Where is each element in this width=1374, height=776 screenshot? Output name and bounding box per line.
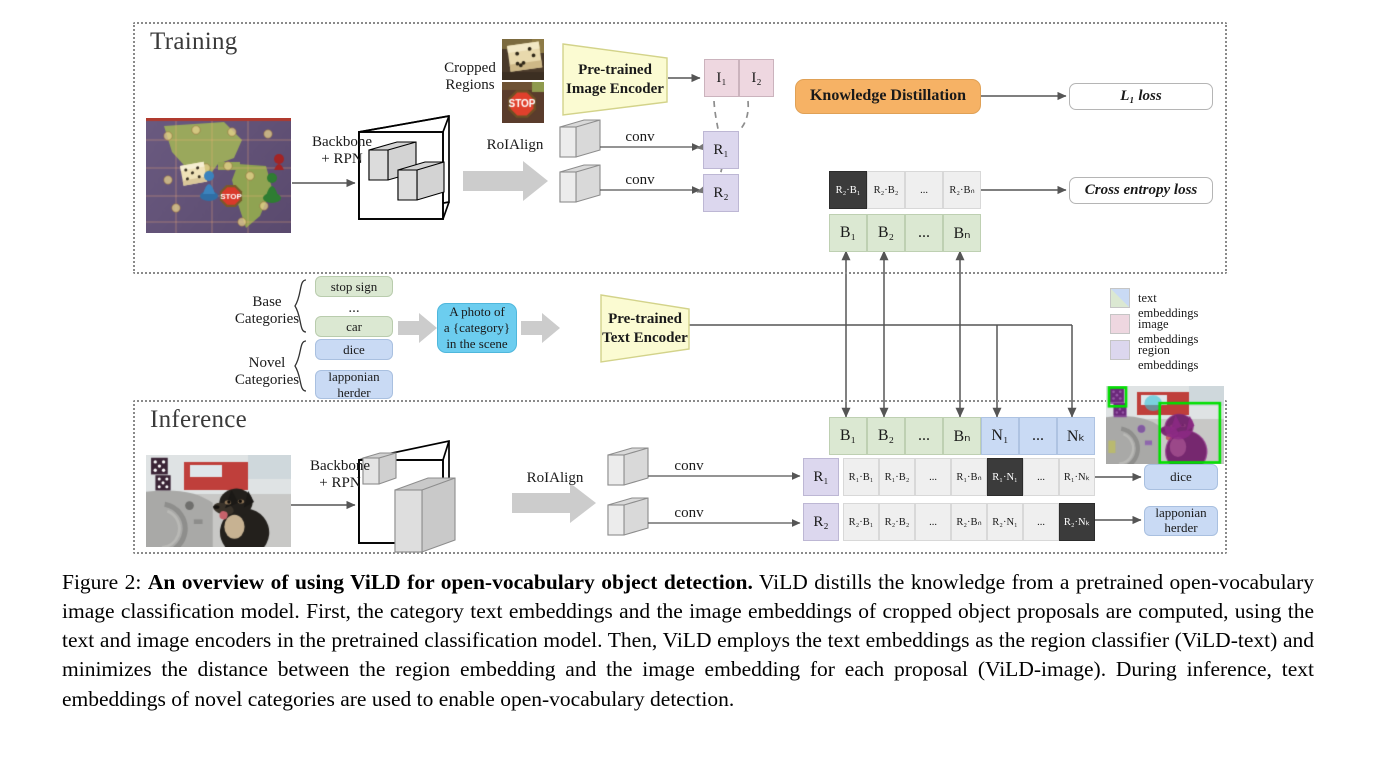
figure-2-vild-overview: Training Backbone + RPN Cropped Regions … [0,0,1374,776]
image-encoder-text: Pre-trained Image Encoder [561,42,669,117]
inference-roialign-label: RoIAlign [526,470,584,486]
inference-score-1-cell: R₁·B₂ [879,458,915,496]
inference-score-1-cell: ... [915,458,951,496]
l1-loss-box: L₁ loss [1069,83,1213,110]
text-encoder-line1: Pre-trained [608,311,682,328]
base-categories-line1: Base [252,294,282,310]
inference-embedding-cell: Bₙ [943,417,981,455]
inference-conv-label-1: conv [674,458,704,474]
training-score-cell: R₂·Bₙ [943,171,981,209]
inference-prediction-2-line2: herder [1164,520,1198,535]
base-categories-line2: Categories [234,310,300,327]
text-encoder-text: Pre-trained Text Encoder [599,293,691,364]
training-conv-label-1: conv [625,129,655,145]
inference-embedding-cell: ... [1019,417,1057,455]
training-conv-label-2: conv [625,172,655,188]
novel-category-item-2-line2: herder [337,384,371,400]
image-encoder-line2: Image Encoder [566,80,664,97]
inference-input-photo [146,455,291,547]
base-category-item-1: ... [348,300,360,316]
inference-score-2-cell: R₂·Bₙ [951,503,987,541]
inference-backbone-line2: + RPN [319,474,361,491]
legend-swatch-2 [1110,340,1130,360]
prompt-line2: a {category} [443,319,511,335]
inference-score-row-2: R₂·B₁ R₂·B₂... R₂·Bₙ R₂·N₁... R₂·Nₖ [843,503,1095,541]
training-text-embedding-cell: ... [905,214,943,252]
inference-embedding-cell: ... [905,417,943,455]
training-region-embedding-2: R₂ [703,174,739,212]
novel-categories-line2: Categories [234,371,300,388]
training-score-cell: R₂·B₂ [867,171,905,209]
inference-score-1-cell: R₁·Nₖ [1059,458,1095,496]
inference-prediction-1: dice [1144,464,1218,490]
training-text-embedding-row: B₁ B₂... Bₙ [829,214,981,252]
prompt-line1: A photo of [449,303,505,319]
legend-label-2: region embeddings [1138,343,1199,372]
legend-swatch-0 [1110,288,1130,308]
base-category-item-0[interactable]: stop sign [315,276,393,297]
inference-score-2-cell: ... [915,503,951,541]
pretrained-text-encoder: Pre-trained Text Encoder [599,293,691,364]
inference-score-1-cell: R₁·N₁ [987,458,1023,496]
training-text-embedding-cell: Bₙ [943,214,981,252]
inference-embedding-cell: N₁ [981,417,1019,455]
inference-backbone-line1: Backbone [310,458,370,474]
novel-categories-label: Novel Categories [228,355,306,389]
inference-conv-label-2: conv [674,505,704,521]
training-backbone-label: Backbone + RPN [296,134,388,168]
inference-score-row-1: R₁·B₁ R₁·B₂... R₁·Bₙ R₁·N₁... R₁·Nₖ [843,458,1095,496]
training-score-cell: R₂·B₁ [829,171,867,209]
training-text-embedding-cell: B₂ [867,214,905,252]
prompt-line3: in the scene [446,336,508,352]
figure-caption: Figure 2: An overview of using ViLD for … [62,568,1314,714]
inference-embedding-cell: Nₖ [1057,417,1095,455]
inference-prediction-2: lapponian herder [1144,505,1218,536]
inference-prediction-2-line1: lapponian [1155,505,1207,521]
inference-panel-title: Inference [150,406,248,433]
legend-swatch-1 [1110,314,1130,334]
inference-detection-result-photo [1106,386,1224,464]
figure-number: Figure 2: [62,570,142,594]
inference-embedding-cell: B₁ [829,417,867,455]
image-embedding-cell-2: I₂ [739,59,774,97]
inference-score-1-cell: R₁·Bₙ [951,458,987,496]
inference-backbone-label: Backbone + RPN [294,458,386,492]
prompt-template-box: A photo of a {category} in the scene [437,303,517,353]
training-score-row: R₂·B₁ R₂·B₂... R₂·Bₙ [829,171,981,209]
backbone-label-line2: + RPN [321,150,363,167]
training-region-embedding-1: R₁ [703,131,739,169]
inference-score-1-cell: ... [1023,458,1059,496]
backbone-label-line1: Backbone [312,134,372,150]
inference-region-embedding-2: R₂ [803,503,839,541]
training-panel-title: Training [150,28,238,55]
image-encoder-line1: Pre-trained [578,62,652,79]
training-input-photo [146,118,291,233]
training-text-embedding-cell: B₁ [829,214,867,252]
inference-score-2-cell: R₂·B₂ [879,503,915,541]
image-embedding-cell-1: I₁ [704,59,739,97]
cropped-region-dice-photo [502,39,544,80]
cropped-region-stop-photo [502,82,544,123]
pretrained-image-encoder: Pre-trained Image Encoder [561,42,669,117]
base-categories-label: Base Categories [228,294,306,328]
knowledge-distillation-box: Knowledge Distillation [795,79,981,114]
text-encoder-line2: Text Encoder [602,329,688,346]
inference-region-embedding-1: R₁ [803,458,839,496]
training-roialign-label: RoIAlign [486,137,544,153]
inference-score-1-cell: R₁·B₁ [843,458,879,496]
cross-entropy-loss-box: Cross entropy loss [1069,177,1213,204]
inference-embedding-row: B₁ B₂... Bₙ N₁... Nₖ [829,417,1095,455]
novel-category-item-2[interactable]: lapponian herder [315,369,393,400]
novel-category-item-2-line1: lapponian [328,369,380,385]
novel-category-item-0[interactable]: dice [315,339,393,360]
inference-score-2-cell: R₂·B₁ [843,503,879,541]
inference-score-2-cell: R₂·N₁ [987,503,1023,541]
inference-score-2-cell: R₂·Nₖ [1059,503,1095,541]
inference-score-2-cell: ... [1023,503,1059,541]
inference-embedding-cell: B₂ [867,417,905,455]
training-score-cell: ... [905,171,943,209]
novel-categories-line1: Novel [248,355,286,371]
figure-title: An overview of using ViLD for open-vocab… [147,570,753,594]
base-category-item-2[interactable]: car [315,316,393,337]
